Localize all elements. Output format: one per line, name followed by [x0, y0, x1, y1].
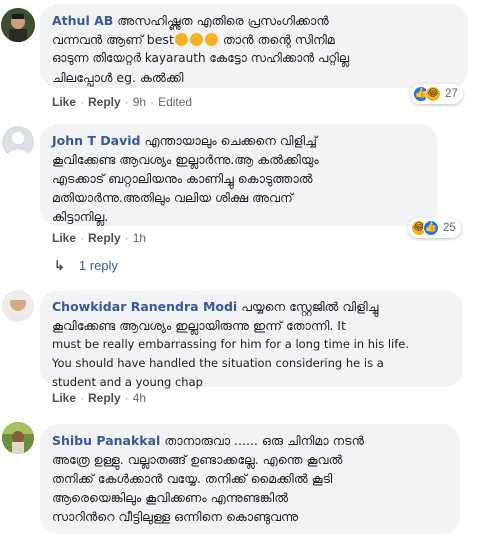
like-icon: 👍 [423, 220, 439, 236]
comment-text-line: കൂവിക്കേണ്ട ആവശ്യം ഇല്ലാർന്നു.ആ കൽക്കിയു… [52, 152, 319, 167]
like-button[interactable]: Like [52, 231, 76, 245]
reaction-summary[interactable]: 😂 👍 25 [408, 218, 461, 238]
comment-text-line: താനാരുവാ ...... ഒരു ചിനിമാ നടൻ [164, 433, 364, 448]
comment-text-line: student and a young chap [52, 375, 203, 389]
comment-bubble: John T David എന്തായാലും ചെക്കനെ വിളിച്ച്… [40, 124, 438, 226]
comment-text-line: അസഹിഷ്ണുത എതിരെ പ്രസംഗിക്കാൻ [117, 13, 329, 28]
comment-text-line: You should have handled the situation co… [52, 356, 384, 370]
avatar[interactable] [2, 126, 34, 158]
comment-author[interactable]: John T David [52, 133, 140, 148]
comment-actions: Like · Reply · 1h [52, 231, 147, 245]
comment-author[interactable]: Shibu Panakkal [52, 433, 160, 448]
comment-bubble: Athul AB അസഹിഷ്ണുത എതിരെ പ്രസംഗിക്കാൻ വന… [40, 4, 468, 88]
comment-timestamp[interactable]: 1h [133, 231, 146, 245]
reply-button[interactable]: Reply [88, 391, 121, 405]
haha-icon: 😂 [425, 86, 441, 102]
rofl-emoji-icon [174, 33, 188, 46]
comment-actions: Like · Reply · 9h · Edited [52, 95, 193, 109]
comment-text-line: എന്തായാലും ചെക്കനെ വിളിച്ച് [144, 133, 317, 148]
reply-button[interactable]: Reply [88, 231, 121, 245]
comment-text-line: വന്നവൻ ആണ് best [52, 32, 174, 47]
avatar-photo-icon [2, 290, 34, 322]
comment-text-line: ചിലപ്പോൾ eg. കൽക്കി [52, 70, 184, 85]
reply-arrow-icon: ↳ [54, 258, 65, 273]
comment-text-line: മതിയാർന്നു.അതിലും വലിയ ശിക്ഷ അവന് [52, 190, 293, 205]
like-button[interactable]: Like [52, 391, 76, 405]
comment-author[interactable]: Chowkidar Ranendra Modi [52, 299, 237, 314]
comment-text-line: കൂവിക്കേണ്ട ആവശ്യം ഇല്ലായിരുന്നു ഇന്ന് ത… [52, 318, 346, 333]
comment-bubble: Shibu Panakkal താനാരുവാ ...... ഒരു ചിനിമ… [40, 424, 460, 534]
view-replies-label[interactable]: 1 reply [79, 258, 118, 273]
avatar[interactable] [2, 422, 34, 454]
comment-text-line: എടക്കാട് ബറ്റാലിയനും കാണിച്ചു കൊടുത്താൽ [52, 171, 313, 186]
comment-text-line: must be really embarrassing for him for … [52, 337, 410, 351]
comment-text-line: പയ്യനെ സ്റ്റേജിൽ വിളിച്ചു [241, 299, 379, 314]
like-button[interactable]: Like [52, 95, 76, 109]
comment-text-line: തനിക്ക് കേൾക്കാൻ വയ്യേ. തനിക്ക് മൈക്കിൽ … [52, 471, 333, 486]
rofl-emoji-icon [204, 33, 218, 46]
reaction-count: 27 [445, 88, 458, 100]
edited-label[interactable]: Edited [158, 95, 192, 109]
view-replies-link[interactable]: ↳ 1 reply [54, 258, 118, 274]
rofl-emoji-icon [189, 33, 203, 46]
comment-timestamp[interactable]: 9h [133, 95, 146, 109]
avatar[interactable] [2, 290, 34, 322]
comment-bubble: Chowkidar Ranendra Modi പയ്യനെ സ്റ്റേജിൽ… [40, 290, 463, 389]
avatar-photo-icon [1, 8, 35, 42]
default-avatar-icon [2, 126, 34, 158]
comment-timestamp[interactable]: 4h [133, 391, 146, 405]
comment-text-line: കിട്ടാനില്ല. [52, 209, 109, 224]
comment-text-line: ആരെയെങ്കിലും കൂവിക്കണം എന്നുണ്ടങ്കിൽ [52, 490, 289, 505]
comment-author[interactable]: Athul AB [52, 13, 113, 28]
reply-button[interactable]: Reply [88, 95, 121, 109]
comment-text-line: അത്രേ ഉള്ളു. വല്ലാതങ്ങ് ഉണ്ടാക്കല്ലേ. എന… [52, 452, 343, 467]
avatar-photo-icon [2, 422, 34, 454]
avatar[interactable] [1, 8, 35, 42]
reaction-summary[interactable]: 👍 😂 27 [410, 84, 463, 104]
comment-text-line: ഓടുന്ന തിയേറ്റർ kayarauth കേട്ടോ സഹിക്കാ… [52, 51, 350, 65]
comment-actions: Like · Reply · 4h [52, 391, 147, 405]
comment-text-line: സാറിൻറെ വീട്ടിലുള്ള ഒന്നിനെ കൊണ്ടുവന്നു [52, 509, 299, 524]
comment-text-line: താൻ തന്റെ സിനിമ [222, 32, 335, 47]
reaction-count: 25 [443, 222, 456, 234]
